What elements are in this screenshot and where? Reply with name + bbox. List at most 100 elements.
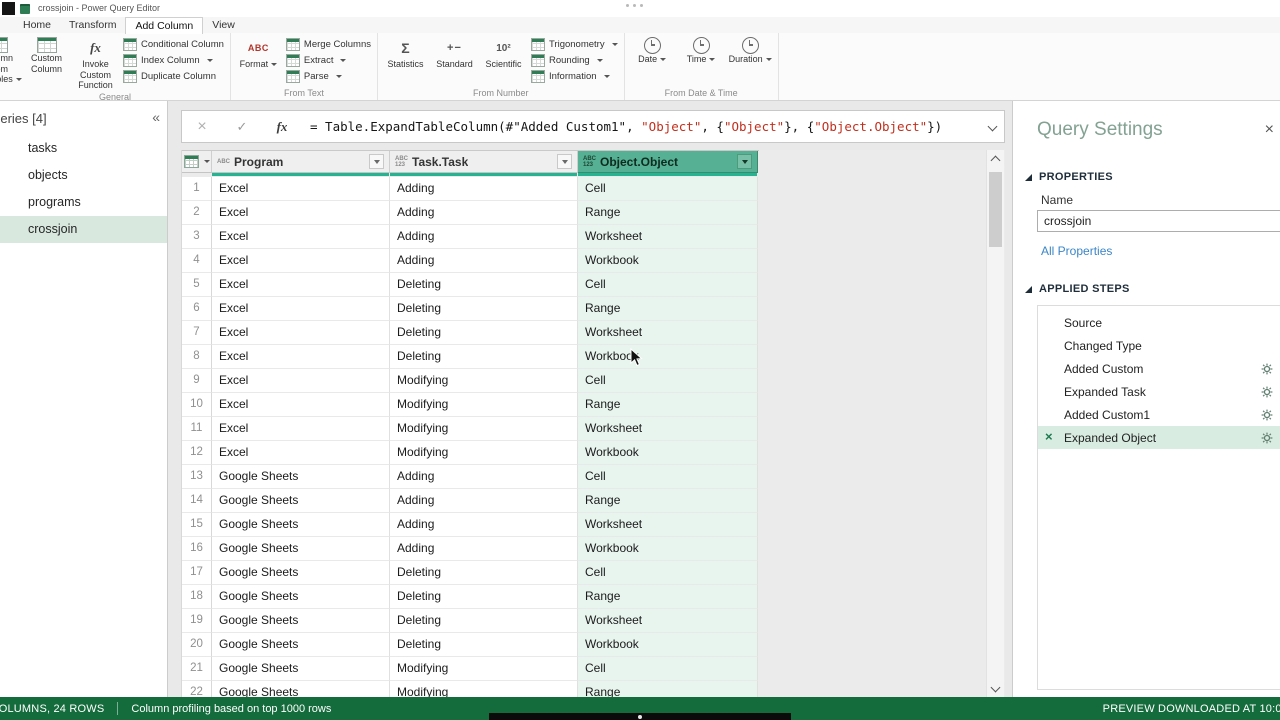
time-button[interactable]: Time bbox=[677, 34, 726, 87]
scientific-button[interactable]: Scientific bbox=[479, 34, 528, 87]
query-item-crossjoin[interactable]: crossjoin bbox=[0, 216, 167, 243]
rounding-button[interactable]: Rounding bbox=[528, 53, 621, 68]
row-number[interactable]: 20 bbox=[182, 633, 212, 657]
cell[interactable]: Range bbox=[578, 393, 758, 417]
scroll-up-button[interactable] bbox=[987, 152, 1004, 168]
row-number[interactable]: 17 bbox=[182, 561, 212, 585]
index-column-button[interactable]: Index Column bbox=[120, 53, 227, 68]
cell[interactable]: Excel bbox=[212, 201, 390, 225]
tab-add-column[interactable]: Add Column bbox=[125, 16, 204, 34]
cell[interactable]: Google Sheets bbox=[212, 585, 390, 609]
commit-formula-button[interactable]: ✓ bbox=[222, 119, 262, 135]
cell[interactable]: Excel bbox=[212, 177, 390, 201]
row-number[interactable]: 12 bbox=[182, 441, 212, 465]
row-number[interactable]: 3 bbox=[182, 225, 212, 249]
row-number[interactable]: 11 bbox=[182, 417, 212, 441]
row-number[interactable]: 10 bbox=[182, 393, 212, 417]
cell[interactable]: Cell bbox=[578, 273, 758, 297]
cell[interactable]: Google Sheets bbox=[212, 465, 390, 489]
query-name-input[interactable] bbox=[1037, 210, 1280, 232]
applied-step-expanded-task[interactable]: Expanded Task bbox=[1038, 380, 1280, 403]
cell[interactable]: Google Sheets bbox=[212, 609, 390, 633]
cell[interactable]: Range bbox=[578, 297, 758, 321]
duration-button[interactable]: Duration bbox=[726, 34, 775, 87]
cell[interactable]: Modifying bbox=[390, 441, 578, 465]
cell[interactable]: Excel bbox=[212, 441, 390, 465]
format-button[interactable]: Format bbox=[234, 34, 283, 87]
cell[interactable]: Worksheet bbox=[578, 321, 758, 345]
row-number[interactable]: 15 bbox=[182, 513, 212, 537]
information-button[interactable]: Information bbox=[528, 69, 621, 84]
applied-step-added-custom1[interactable]: Added Custom1 bbox=[1038, 403, 1280, 426]
row-number[interactable]: 6 bbox=[182, 297, 212, 321]
cell[interactable]: Modifying bbox=[390, 681, 578, 697]
row-number[interactable]: 1 bbox=[182, 177, 212, 201]
column-from-examples-button[interactable]: Column From Examples bbox=[0, 34, 22, 91]
cell[interactable]: Cell bbox=[578, 465, 758, 489]
step-settings-gear-icon[interactable] bbox=[1261, 386, 1273, 398]
cell[interactable]: Deleting bbox=[390, 585, 578, 609]
cell[interactable]: Excel bbox=[212, 345, 390, 369]
cell[interactable]: Excel bbox=[212, 249, 390, 273]
cell[interactable]: Adding bbox=[390, 489, 578, 513]
row-number[interactable]: 8 bbox=[182, 345, 212, 369]
close-pane-icon[interactable]: × bbox=[1265, 121, 1274, 139]
properties-section-header[interactable]: PROPERTIES bbox=[1025, 171, 1113, 183]
cell[interactable]: Workbook bbox=[578, 633, 758, 657]
cell[interactable]: Range bbox=[578, 585, 758, 609]
row-number[interactable]: 13 bbox=[182, 465, 212, 489]
row-number[interactable]: 14 bbox=[182, 489, 212, 513]
cell[interactable]: Adding bbox=[390, 201, 578, 225]
column-header-task-task[interactable]: ABC 123 Task.Task bbox=[390, 151, 578, 173]
cell[interactable]: Workbook bbox=[578, 249, 758, 273]
cell[interactable]: Adding bbox=[390, 177, 578, 201]
cell[interactable]: Deleting bbox=[390, 297, 578, 321]
tab-view[interactable]: View bbox=[203, 17, 244, 33]
cell[interactable]: Adding bbox=[390, 513, 578, 537]
cell[interactable]: Worksheet bbox=[578, 417, 758, 441]
row-number[interactable]: 2 bbox=[182, 201, 212, 225]
conditional-column-button[interactable]: Conditional Column bbox=[120, 37, 227, 52]
cell[interactable]: Adding bbox=[390, 249, 578, 273]
duplicate-column-button[interactable]: Duplicate Column bbox=[120, 69, 227, 84]
statistics-button[interactable]: Statistics bbox=[381, 34, 430, 87]
cell[interactable]: Excel bbox=[212, 273, 390, 297]
cell[interactable]: Adding bbox=[390, 465, 578, 489]
cell[interactable]: Excel bbox=[212, 225, 390, 249]
invoke-custom-function-button[interactable]: Invoke Custom Function bbox=[71, 34, 120, 91]
cell[interactable]: Adding bbox=[390, 537, 578, 561]
cell[interactable]: Range bbox=[578, 489, 758, 513]
cell[interactable]: Deleting bbox=[390, 273, 578, 297]
filter-button[interactable] bbox=[557, 154, 572, 169]
applied-step-source[interactable]: Source bbox=[1038, 311, 1280, 334]
cell[interactable]: Deleting bbox=[390, 609, 578, 633]
applied-step-added-custom[interactable]: Added Custom bbox=[1038, 357, 1280, 380]
cell[interactable]: Deleting bbox=[390, 561, 578, 585]
extract-button[interactable]: Extract bbox=[283, 53, 374, 68]
cell[interactable]: Cell bbox=[578, 561, 758, 585]
step-settings-gear-icon[interactable] bbox=[1261, 409, 1273, 421]
date-button[interactable]: Date bbox=[628, 34, 677, 87]
custom-column-button[interactable]: Custom Column bbox=[22, 34, 71, 91]
row-number[interactable]: 22 bbox=[182, 681, 212, 697]
row-number[interactable]: 19 bbox=[182, 609, 212, 633]
cell[interactable]: Cell bbox=[578, 657, 758, 681]
cell[interactable]: Google Sheets bbox=[212, 681, 390, 697]
cell[interactable]: Excel bbox=[212, 321, 390, 345]
cell[interactable]: Modifying bbox=[390, 369, 578, 393]
cell[interactable]: Cell bbox=[578, 177, 758, 201]
filter-button[interactable] bbox=[737, 154, 752, 169]
cell[interactable]: Excel bbox=[212, 297, 390, 321]
filter-button[interactable] bbox=[369, 154, 384, 169]
cell[interactable]: Google Sheets bbox=[212, 537, 390, 561]
delete-step-icon[interactable]: × bbox=[1045, 429, 1053, 445]
cell[interactable]: Excel bbox=[212, 393, 390, 417]
cell[interactable]: Modifying bbox=[390, 393, 578, 417]
query-item-programs[interactable]: programs bbox=[0, 189, 167, 216]
parse-button[interactable]: Parse bbox=[283, 69, 374, 84]
select-all-button[interactable] bbox=[182, 151, 212, 173]
applied-steps-section-header[interactable]: APPLIED STEPS bbox=[1025, 283, 1130, 295]
row-number[interactable]: 5 bbox=[182, 273, 212, 297]
cell[interactable]: Modifying bbox=[390, 657, 578, 681]
collapse-pane-icon[interactable]: « bbox=[152, 109, 160, 125]
